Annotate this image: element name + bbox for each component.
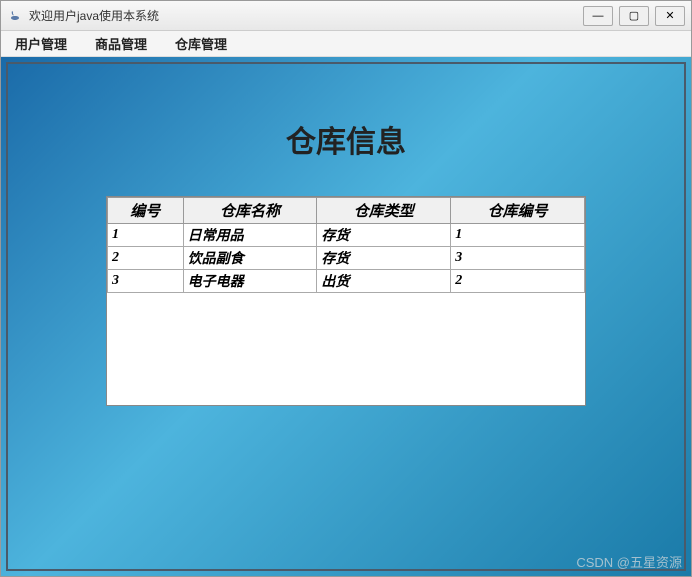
table-row[interactable]: 3 电子电器 出货 2 [108,270,585,293]
close-button[interactable]: ✕ [655,6,685,26]
cell[interactable]: 饮品副食 [183,247,317,270]
col-name[interactable]: 仓库名称 [183,198,317,224]
menubar: 用户管理 商品管理 仓库管理 [1,31,691,57]
content-area: 仓库信息 编号 仓库名称 仓库类型 仓库编号 1 日常用品 存货 [1,57,691,576]
cell[interactable]: 存货 [317,224,451,247]
minimize-button[interactable]: — [583,6,613,26]
col-id[interactable]: 编号 [108,198,184,224]
cell[interactable]: 3 [451,247,585,270]
maximize-button[interactable]: ▢ [619,6,649,26]
cell[interactable]: 电子电器 [183,270,317,293]
menu-warehouse-management[interactable]: 仓库管理 [171,32,231,55]
table-row[interactable]: 2 饮品副食 存货 3 [108,247,585,270]
cell[interactable]: 2 [451,270,585,293]
table-header-row: 编号 仓库名称 仓库类型 仓库编号 [108,198,585,224]
table-row[interactable]: 1 日常用品 存货 1 [108,224,585,247]
col-code[interactable]: 仓库编号 [451,198,585,224]
window-title: 欢迎用户java使用本系统 [29,7,583,24]
page-title: 仓库信息 [286,117,406,161]
warehouse-table: 编号 仓库名称 仓库类型 仓库编号 1 日常用品 存货 1 2 [107,197,585,293]
java-icon [7,8,23,24]
app-window: 欢迎用户java使用本系统 — ▢ ✕ 用户管理 商品管理 仓库管理 仓库信息 … [0,0,692,577]
window-controls: — ▢ ✕ [583,6,685,26]
cell[interactable]: 日常用品 [183,224,317,247]
cell[interactable]: 存货 [317,247,451,270]
col-type[interactable]: 仓库类型 [317,198,451,224]
cell[interactable]: 1 [108,224,184,247]
table-container: 编号 仓库名称 仓库类型 仓库编号 1 日常用品 存货 1 2 [106,196,586,406]
titlebar: 欢迎用户java使用本系统 — ▢ ✕ [1,1,691,31]
cell[interactable]: 2 [108,247,184,270]
watermark: CSDN @五星资源 [576,552,682,571]
menu-user-management[interactable]: 用户管理 [11,32,71,55]
cell[interactable]: 3 [108,270,184,293]
cell[interactable]: 1 [451,224,585,247]
menu-product-management[interactable]: 商品管理 [91,32,151,55]
cell[interactable]: 出货 [317,270,451,293]
